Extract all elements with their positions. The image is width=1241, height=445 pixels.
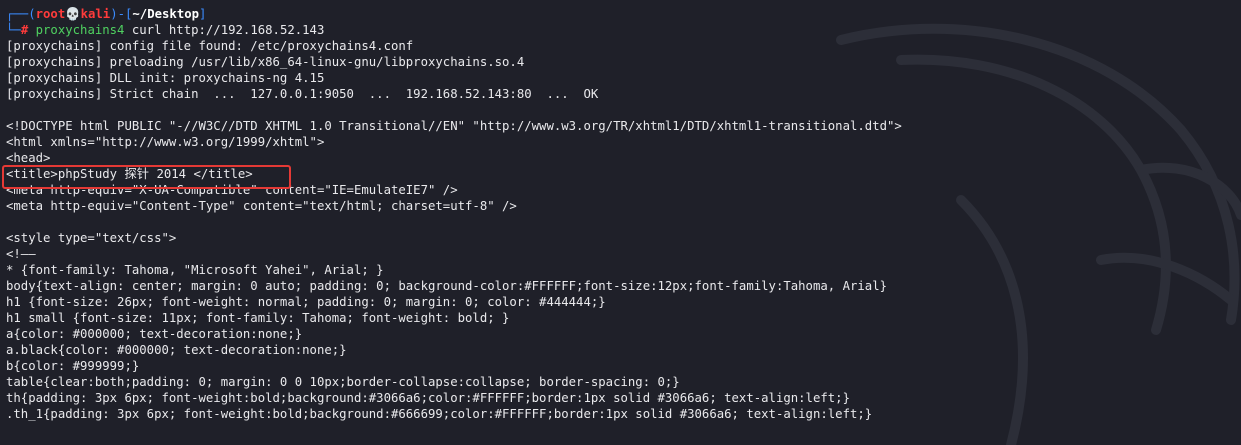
output-line: <html xmlns="http://www.w3.org/1999/xhtm… bbox=[6, 135, 325, 149]
output-line: <meta http-equiv="Content-Type" content=… bbox=[6, 199, 517, 213]
prompt-line-top: ┌──(root💀kali)-[~/Desktop] bbox=[6, 6, 1241, 22]
command-name: proxychains4 bbox=[35, 23, 125, 37]
output-line: a.black{color: #000000; text-decoration:… bbox=[6, 343, 347, 357]
output-line: <style type="text/css"> bbox=[6, 231, 177, 245]
output-line: h1 {font-size: 26px; font-weight: normal… bbox=[6, 295, 606, 309]
prompt-directory: ~/Desktop bbox=[132, 7, 200, 21]
prompt-frame-mid: )-[ bbox=[110, 7, 133, 21]
output-line: [proxychains] DLL init: proxychains-ng 4… bbox=[6, 71, 325, 85]
output-line: [proxychains] preloading /usr/lib/x86_64… bbox=[6, 55, 525, 69]
prompt-user: root bbox=[35, 7, 66, 21]
output-line: body{text-align: center; margin: 0 auto;… bbox=[6, 279, 887, 293]
output-line: <!—— bbox=[6, 247, 36, 261]
output-line: b{color: #999999;} bbox=[6, 359, 140, 373]
output-line: h1 small {font-size: 11px; font-family: … bbox=[6, 311, 510, 325]
command-args: curl http://192.168.52.143 bbox=[124, 23, 325, 37]
prompt-host: kali bbox=[80, 7, 111, 21]
output-line: * {font-family: Tahoma, "Microsoft Yahei… bbox=[6, 263, 384, 277]
prompt-line-command: └─# proxychains4 curl http://192.168.52.… bbox=[6, 22, 1241, 38]
output-line: a{color: #000000; text-decoration:none;} bbox=[6, 327, 303, 341]
prompt-frame-end: ] bbox=[199, 7, 207, 21]
title-highlight-box bbox=[2, 165, 291, 189]
prompt-frame: ┌──( bbox=[6, 7, 36, 21]
output-line: [proxychains] Strict chain ... 127.0.0.1… bbox=[6, 87, 599, 101]
output-line: table{clear:both;padding: 0; margin: 0 0… bbox=[6, 375, 680, 389]
output-line: <head> bbox=[6, 151, 51, 165]
output-line: th{padding: 3px 6px; font-weight:bold;ba… bbox=[6, 391, 850, 405]
terminal-output: ┌──(root💀kali)-[~/Desktop] └─# proxychai… bbox=[6, 6, 1241, 422]
output-line: [proxychains] config file found: /etc/pr… bbox=[6, 39, 414, 53]
skull-icon: 💀 bbox=[65, 7, 81, 21]
output-line: .th_1{padding: 3px 6px; font-weight:bold… bbox=[6, 407, 873, 421]
terminal-window[interactable]: ┌──(root💀kali)-[~/Desktop] └─# proxychai… bbox=[0, 0, 1241, 445]
prompt-frame-bottom: └─ bbox=[6, 23, 21, 37]
prompt-hash: # bbox=[20, 23, 29, 37]
output-line: <!DOCTYPE html PUBLIC "-//W3C//DTD XHTML… bbox=[6, 119, 902, 133]
